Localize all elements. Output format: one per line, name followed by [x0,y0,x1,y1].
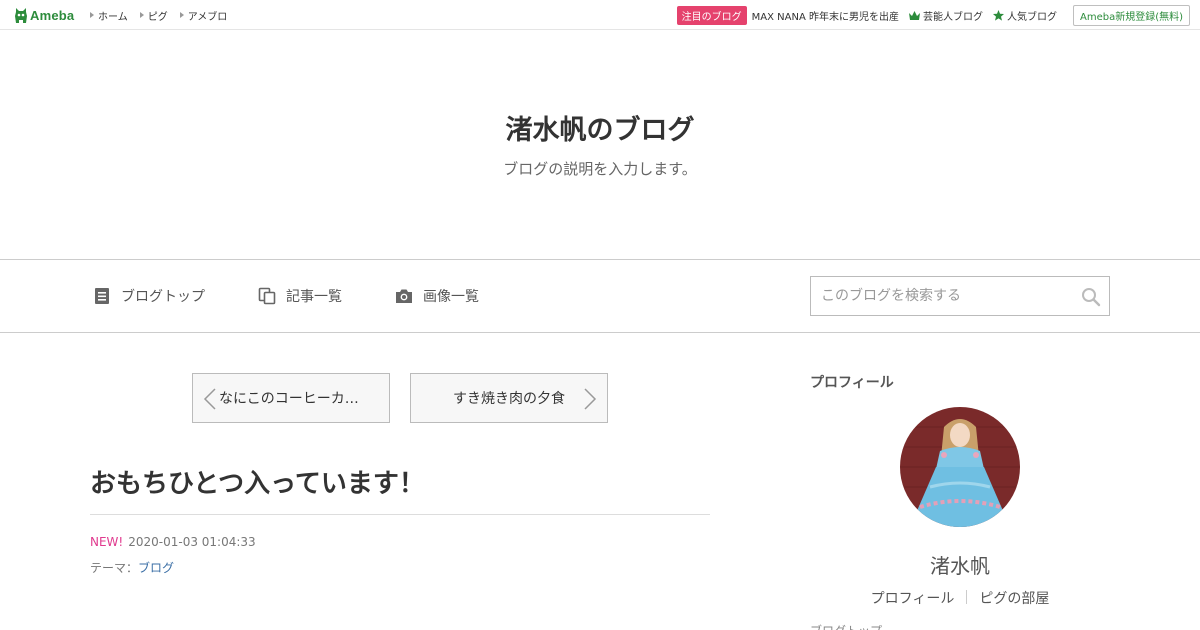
blog-nav-top[interactable]: ブログトップ [93,286,205,306]
profile-link[interactable]: プロフィール [871,588,955,608]
blog-nav-entry-list[interactable]: 記事一覧 [258,286,342,306]
popular-blog-link[interactable]: 人気ブログ [992,8,1057,23]
next-entry-button[interactable]: すき焼き肉の夕食 [410,373,608,423]
global-nav-home[interactable]: ホーム [90,8,128,23]
document-icon [95,288,109,304]
blog-search [810,276,1110,316]
attention-badge: 注目のブログ [676,5,747,25]
prev-entry-button[interactable]: なにこのコーヒーカ… [192,373,390,423]
caret-right-icon [179,12,184,18]
ameba-logo-text: Ameba [30,7,75,23]
global-header-right: 注目のブログ MAX NANA 昨年末に男児を出産 芸能人ブログ 人気ブログ A… [676,0,1190,30]
global-nav: ホーム ピグ アメブロ [90,0,239,30]
search-icon[interactable] [1081,287,1101,307]
attention-link[interactable]: MAX NANA 昨年末に男児を出産 [752,8,899,23]
ameba-logo-icon [15,8,27,23]
ameba-logo[interactable]: Ameba [14,6,74,24]
star-icon [992,9,1004,21]
global-header: Ameba ホーム ピグ アメブロ 注目のブログ MAX NANA 昨年末に男児… [0,0,1200,30]
avatar[interactable] [900,407,1020,527]
new-badge: NEW! [90,535,124,549]
pigg-room-link[interactable]: ピグの部屋 [979,588,1049,608]
entry-theme: テーマ：ブログ [90,559,174,576]
sidebar-next-heading: ブログトップ [810,622,882,630]
register-button[interactable]: Ameba新規登録(無料) [1072,4,1190,26]
celeb-blog-link[interactable]: 芸能人ブログ [908,8,983,23]
search-input[interactable] [811,277,1071,315]
camera-icon [396,289,412,303]
global-nav-ameblo[interactable]: アメブロ [179,8,227,23]
profile-links: プロフィール ピグの部屋 [810,588,1110,608]
blog-nav-image-list[interactable]: 画像一覧 [395,286,479,306]
blog-description: ブログの説明を入力します。 [503,160,697,178]
entry-meta: NEW! 2020-01-03 01:04:33 [90,535,256,549]
profile-doll-image [900,407,1020,527]
theme-link[interactable]: ブログ [138,561,174,575]
global-nav-pigg[interactable]: ピグ [139,8,168,23]
chevron-right-icon [584,388,597,410]
chevron-left-icon [203,388,216,410]
entry-title[interactable]: おもちひとつ入っています！ [90,463,425,500]
profile-heading: プロフィール [810,375,894,391]
caret-right-icon [90,12,94,18]
profile-nickname[interactable]: 渚水帆 [810,550,1110,579]
blog-nav: ブログトップ 記事一覧 画像一覧 [0,259,1200,333]
copy-icon [258,287,276,305]
theme-label: テーマ： [90,561,139,575]
crown-icon [908,10,920,20]
entry-divider [90,514,710,515]
blog-title[interactable]: 渚水帆のブログ [0,108,1200,147]
caret-right-icon [139,12,144,18]
entry-datetime: 2020-01-03 01:04:33 [128,535,256,549]
link-separator [966,590,968,604]
